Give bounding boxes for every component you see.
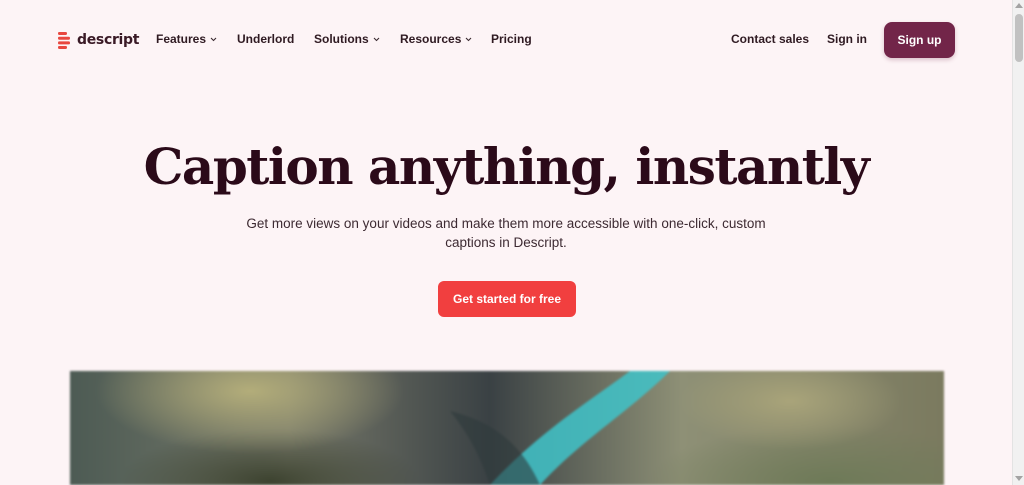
hero-subtitle: Get more views on your videos and make t…	[246, 216, 766, 250]
nav-solutions-label: Solutions	[314, 32, 369, 46]
nav-features[interactable]: Features	[156, 32, 217, 46]
descript-logo-icon	[58, 31, 70, 49]
sign-up-button[interactable]: Sign up	[884, 22, 955, 58]
nav-solutions[interactable]: Solutions	[314, 32, 380, 46]
nav-features-label: Features	[156, 32, 207, 46]
get-started-button[interactable]: Get started for free	[438, 281, 576, 317]
scrollbar-thumb[interactable]	[1015, 14, 1023, 62]
chevron-down-icon	[465, 37, 472, 41]
sign-in-label: Sign in	[827, 32, 867, 46]
hero-video-preview	[70, 371, 944, 485]
sign-in-link[interactable]: Sign in	[827, 32, 867, 46]
scroll-down-icon[interactable]	[1015, 476, 1023, 481]
scroll-up-icon[interactable]	[1015, 3, 1023, 8]
hero-title: Caption anything, instantly	[143, 137, 870, 196]
nav-pricing-label: Pricing	[491, 32, 532, 46]
descript-logo[interactable]: descript	[58, 31, 139, 49]
chevron-down-icon	[210, 37, 217, 41]
brand-name: descript	[77, 32, 140, 48]
nav-underlord-label: Underlord	[237, 32, 295, 46]
aerial-river-image	[450, 371, 670, 485]
nav-resources[interactable]: Resources	[400, 32, 472, 46]
top-navbar: descript Features Underlord Solutions Re…	[0, 0, 1012, 80]
nav-pricing[interactable]: Pricing	[491, 32, 532, 46]
chevron-down-icon	[373, 37, 380, 41]
vertical-scrollbar[interactable]	[1012, 0, 1024, 485]
nav-resources-label: Resources	[400, 32, 462, 46]
nav-underlord[interactable]: Underlord	[237, 32, 294, 46]
contact-sales-label: Contact sales	[731, 32, 810, 46]
contact-sales-link[interactable]: Contact sales	[731, 32, 809, 46]
